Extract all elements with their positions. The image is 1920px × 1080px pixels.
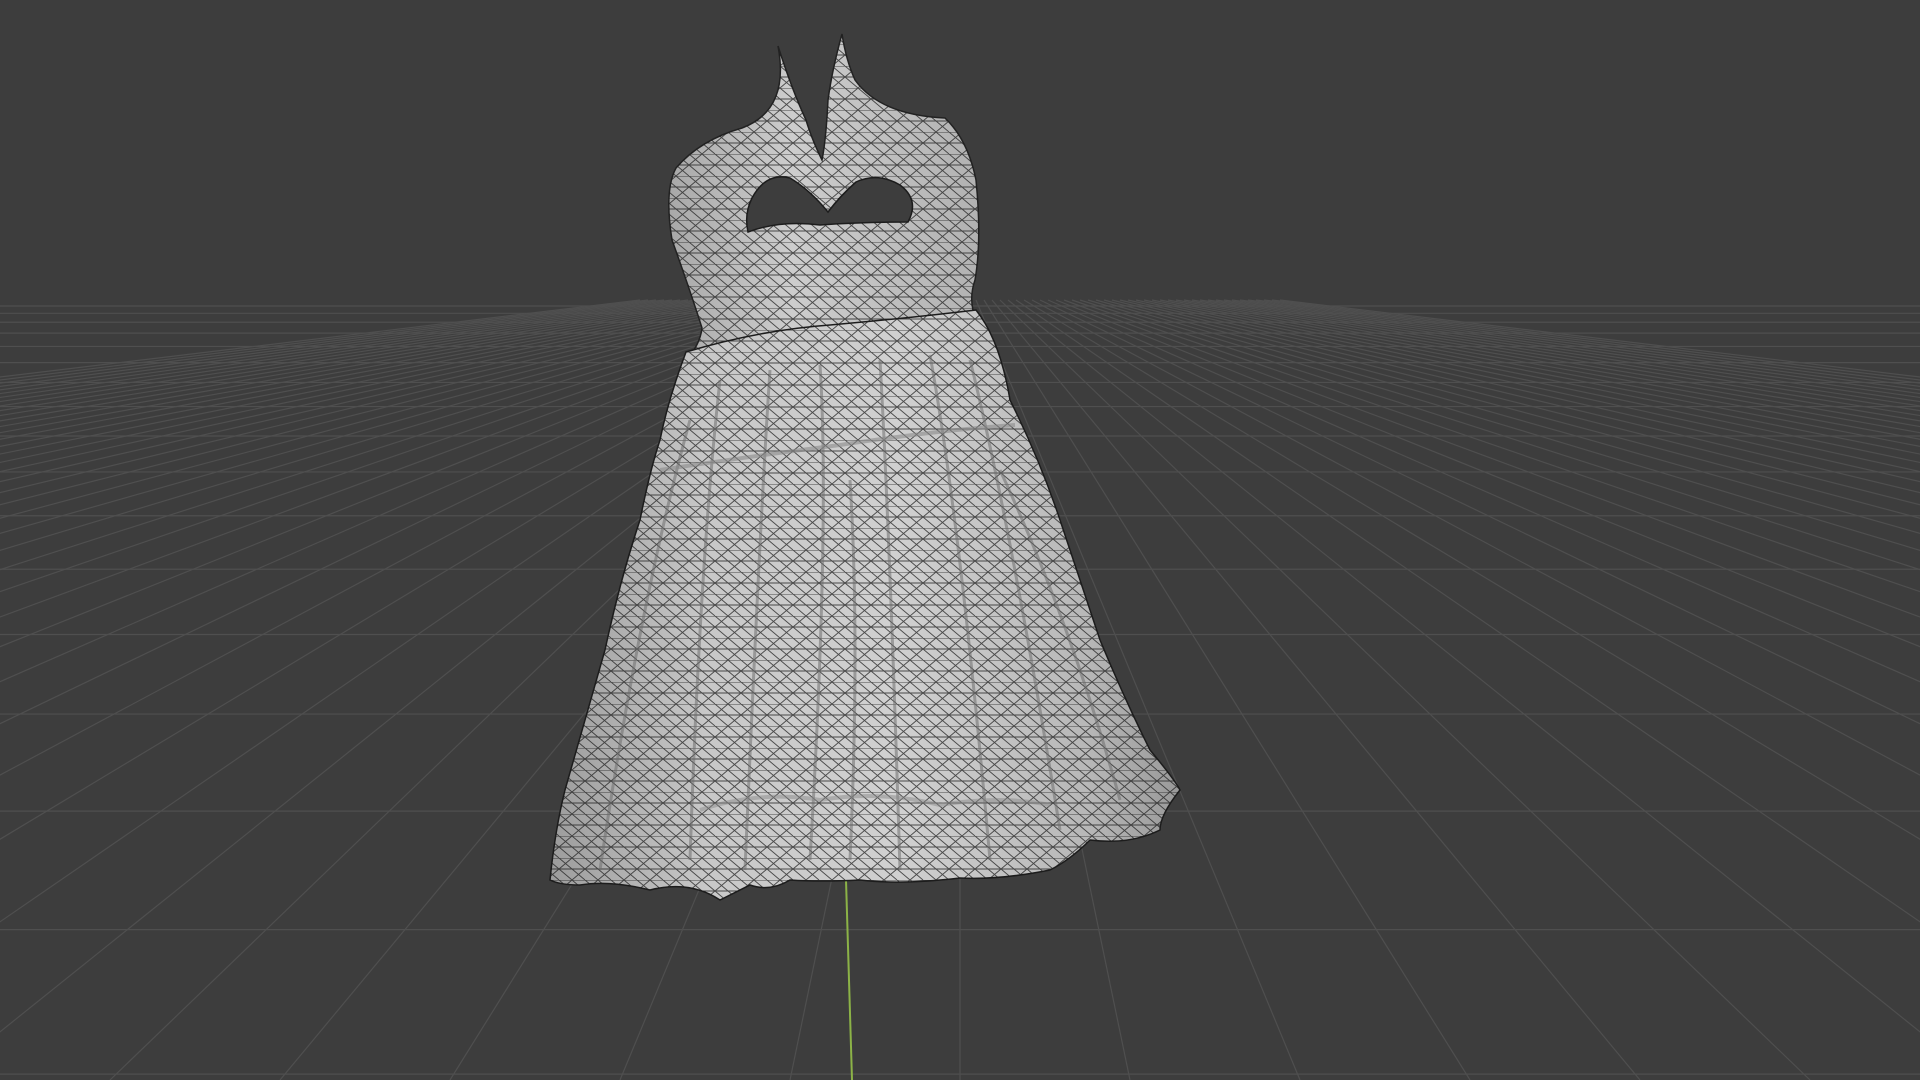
grid-line: [1183, 299, 1920, 428]
grid-line: [1175, 299, 1920, 434]
grid-line: [1047, 299, 1920, 683]
grid-line: [1239, 299, 1920, 395]
grid-line: [0, 299, 641, 378]
grid-line: [1263, 299, 1920, 384]
grid-line: [0, 299, 681, 395]
grid-line: [1143, 299, 1920, 464]
bodice-wire: [668, 34, 979, 360]
grid-line: [1167, 299, 1920, 440]
grid-line: [1023, 299, 1920, 840]
grid-line: [1151, 299, 1920, 455]
dress-mesh[interactable]: [549, 33, 1181, 901]
grid-line: [1279, 299, 1920, 378]
grid-line: [1039, 299, 1920, 725]
grid-line: [1063, 299, 1920, 618]
grid-line: [0, 299, 657, 384]
grid-line: [1191, 299, 1920, 422]
grid-line: [1007, 299, 1920, 1033]
y-axis-line: [845, 879, 853, 1080]
grid-line: [1255, 299, 1920, 388]
grid-line: [1071, 299, 1920, 593]
skirt-wire: [550, 310, 1180, 900]
viewport-canvas[interactable]: [0, 0, 1920, 1080]
3d-viewport[interactable]: [0, 0, 1920, 1080]
grid-line: [1079, 299, 1920, 571]
grid-line: [1215, 299, 1920, 407]
grid-line: [1095, 299, 1920, 535]
grid-line: [0, 299, 665, 388]
grid-line: [1199, 299, 1920, 417]
grid-line: [0, 299, 649, 381]
grid-line: [1087, 299, 1920, 551]
grid-line: [1015, 299, 1920, 923]
grid-line: [1271, 299, 1920, 381]
